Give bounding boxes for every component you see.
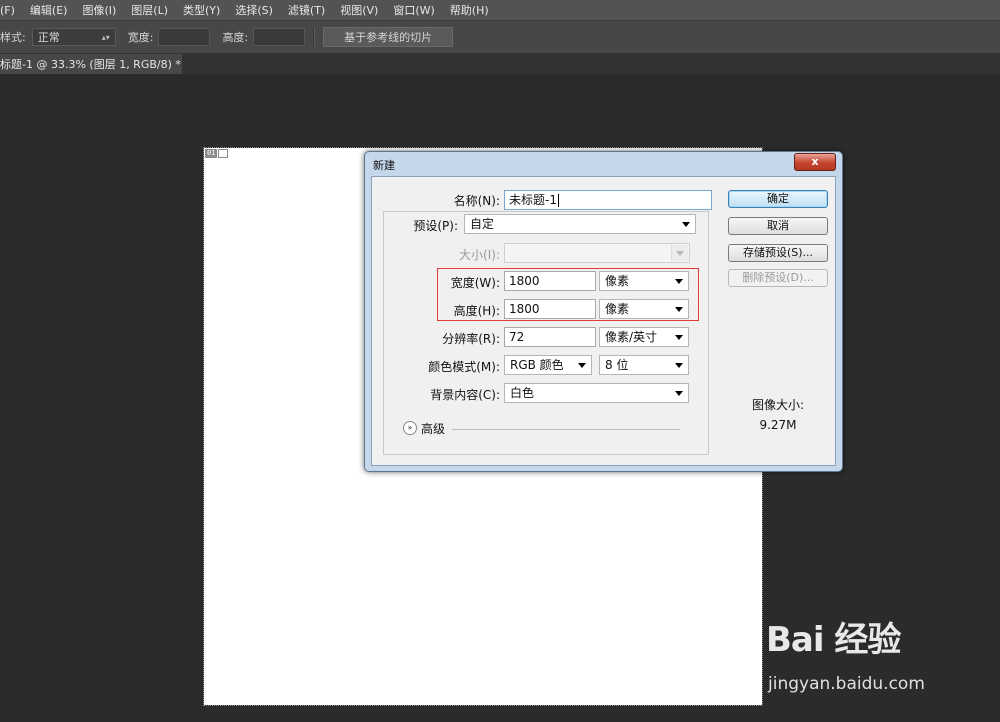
height-input[interactable]: 1800 — [504, 299, 596, 319]
resolution-unit-dropdown[interactable]: 像素/英寸 — [599, 327, 689, 347]
resolution-unit: 像素/英寸 — [605, 330, 658, 344]
style-label: 样式: — [0, 31, 26, 44]
options-bar: 样式: 正常 ▴▾ 宽度: 高度: 基于参考线的切片 — [0, 20, 1000, 54]
size-label: 大小(I): — [459, 248, 500, 262]
menu-select[interactable]: 选择(S) — [235, 2, 273, 18]
preset-value: 自定 — [470, 217, 495, 231]
size-dropdown — [504, 243, 690, 263]
slice-icon — [218, 149, 229, 158]
height-label: 高度(H): — [453, 304, 500, 318]
chevron-down-icon — [675, 391, 683, 396]
height-label: 高度: — [222, 31, 249, 44]
dialog-body: 名称(N): 未标题-1 预设(P): 自定 大小(I): 宽度(W): 180… — [371, 176, 836, 466]
height-unit-dropdown[interactable]: 像素 — [599, 299, 689, 319]
menu-edit[interactable]: 编辑(E) — [30, 2, 68, 18]
slice-badge: 01 — [205, 149, 229, 158]
new-document-dialog: 新建 x 名称(N): 未标题-1 预设(P): 自定 大小(I): 宽度(W)… — [364, 151, 843, 472]
name-input[interactable]: 未标题-1 — [504, 190, 712, 210]
resolution-label: 分辨率(R): — [442, 332, 500, 346]
menu-layer[interactable]: 图层(L) — [131, 2, 168, 18]
preset-dropdown[interactable]: 自定 — [464, 214, 696, 234]
watermark-url: jingyan.baidu.com — [768, 674, 925, 694]
preset-label: 预设(P): — [411, 217, 460, 234]
height-value: 1800 — [509, 302, 540, 316]
width-unit: 像素 — [605, 274, 630, 288]
menu-view[interactable]: 视图(V) — [340, 2, 378, 18]
advanced-label[interactable]: 高级 — [421, 420, 445, 437]
delete-preset-button: 删除预设(D)... — [728, 269, 828, 287]
baidu-jingyan-watermark: Bai 经验 jingyan.baidu.com — [766, 612, 966, 702]
expand-advanced-icon[interactable]: » — [403, 421, 417, 435]
bit-depth-dropdown[interactable]: 8 位 — [599, 355, 689, 375]
ok-button[interactable]: 确定 — [728, 190, 828, 208]
width-value: 1800 — [509, 274, 540, 288]
width-input[interactable]: 1800 — [504, 271, 596, 291]
watermark-logo: Bai 经验 — [766, 620, 901, 660]
color-mode-dropdown[interactable]: RGB 颜色 — [504, 355, 592, 375]
menu-type[interactable]: 类型(Y) — [183, 2, 220, 18]
document-tab-bar: 标题-1 @ 33.3% (图层 1, RGB/8) * × — [0, 54, 1000, 74]
save-preset-button[interactable]: 存储预设(S)... — [728, 244, 828, 262]
bit-depth-value: 8 位 — [605, 358, 629, 372]
chevron-down-icon — [675, 335, 683, 340]
background-value: 白色 — [510, 386, 535, 400]
width-label: 宽度: — [127, 31, 154, 44]
resolution-input[interactable]: 72 — [504, 327, 596, 347]
cancel-button[interactable]: 取消 — [728, 217, 828, 235]
style-value: 正常 — [37, 31, 60, 44]
chevron-down-icon — [675, 307, 683, 312]
slice-number: 01 — [205, 149, 218, 158]
height-input[interactable] — [253, 28, 306, 46]
advanced-divider — [452, 429, 680, 430]
updown-icon: ▴▾ — [101, 33, 110, 42]
menu-bar: (F) 编辑(E) 图像(I) 图层(L) 类型(Y) 选择(S) 滤镜(T) … — [0, 0, 1000, 20]
menu-file[interactable]: (F) — [0, 4, 15, 17]
dialog-title: 新建 — [373, 159, 395, 172]
document-tab-title: 标题-1 @ 33.3% (图层 1, RGB/8) * — [0, 58, 181, 71]
menu-image[interactable]: 图像(I) — [82, 2, 116, 18]
menu-filter[interactable]: 滤镜(T) — [288, 2, 325, 18]
width-input[interactable] — [158, 28, 211, 46]
name-label: 名称(N): — [453, 194, 500, 208]
separator — [313, 27, 316, 47]
height-unit: 像素 — [605, 302, 630, 316]
style-select[interactable]: 正常 ▴▾ — [31, 28, 116, 46]
chevron-down-icon — [675, 279, 683, 284]
width-unit-dropdown[interactable]: 像素 — [599, 271, 689, 291]
slices-from-guides-button[interactable]: 基于参考线的切片 — [323, 27, 454, 47]
background-dropdown[interactable]: 白色 — [504, 383, 689, 403]
document-tab[interactable]: 标题-1 @ 33.3% (图层 1, RGB/8) * × — [0, 54, 182, 74]
color-mode-value: RGB 颜色 — [510, 358, 564, 372]
menu-window[interactable]: 窗口(W) — [393, 2, 434, 18]
width-label: 宽度(W): — [450, 276, 500, 290]
color-mode-label: 颜色模式(M): — [428, 360, 500, 374]
image-size-label: 图像大小: — [751, 398, 805, 412]
text-caret — [557, 194, 559, 207]
chevron-down-icon — [675, 363, 683, 368]
name-value: 未标题-1 — [509, 193, 557, 207]
close-button[interactable]: x — [794, 153, 836, 171]
resolution-value: 72 — [509, 330, 525, 344]
chevron-down-icon — [578, 363, 586, 368]
chevron-down-icon — [682, 222, 690, 227]
chevron-down-icon — [676, 251, 684, 256]
background-label: 背景内容(C): — [430, 388, 500, 402]
image-size-value: 9.27M — [759, 418, 797, 432]
menu-help[interactable]: 帮助(H) — [450, 2, 489, 18]
